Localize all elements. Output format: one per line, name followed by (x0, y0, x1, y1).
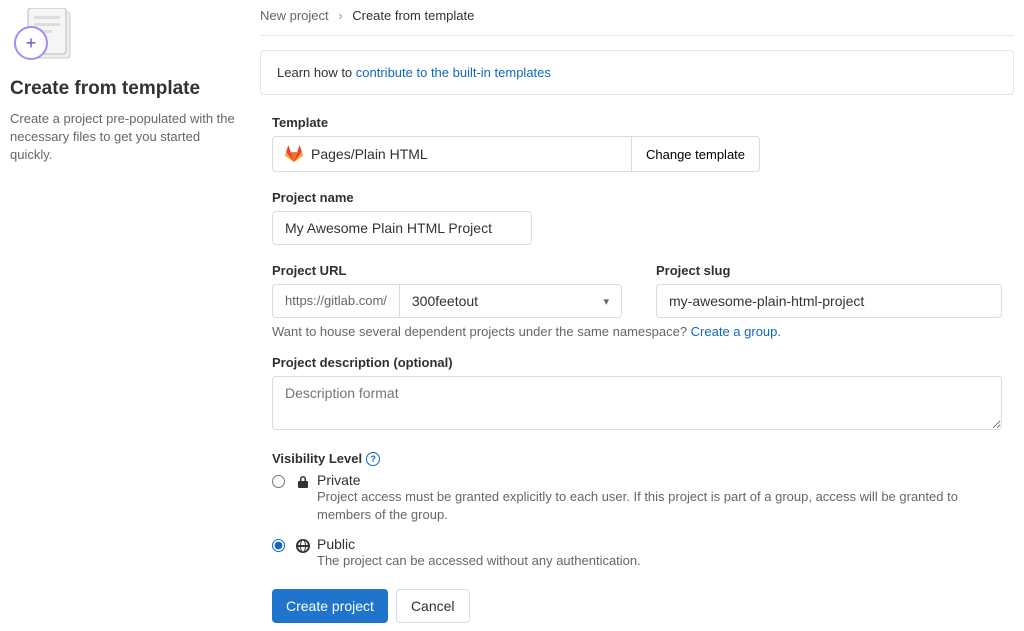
description-textarea[interactable] (272, 376, 1002, 430)
cancel-button[interactable]: Cancel (396, 589, 470, 623)
template-display: Pages/Plain HTML (272, 136, 632, 172)
help-icon[interactable]: ? (366, 452, 380, 466)
info-link[interactable]: contribute to the built-in templates (356, 65, 551, 80)
namespace-value: 300feetout (412, 293, 478, 309)
breadcrumb-parent[interactable]: New project (260, 8, 329, 23)
gitlab-icon (285, 145, 303, 163)
breadcrumb-current: Create from template (352, 8, 474, 23)
create-group-link[interactable]: Create a group. (691, 324, 781, 339)
page-title: Create from template (10, 78, 240, 100)
namespace-select[interactable]: 300feetout ▾ (400, 284, 622, 318)
project-name-label: Project name (272, 190, 1002, 205)
private-desc: Project access must be granted explicitl… (317, 489, 958, 522)
breadcrumb-separator: › (338, 8, 342, 23)
page-description: Create a project pre-populated with the … (10, 110, 240, 165)
private-title: Private (317, 472, 1002, 488)
template-label: Template (272, 115, 1002, 130)
visibility-option-private[interactable]: Private Project access must be granted e… (272, 472, 1002, 524)
project-slug-input[interactable] (656, 284, 1002, 318)
info-banner: Learn how to contribute to the built-in … (260, 50, 1014, 95)
public-desc: The project can be accessed without any … (317, 553, 641, 568)
template-name: Pages/Plain HTML (311, 146, 428, 162)
radio-public[interactable] (272, 539, 285, 552)
info-text: Learn how to (277, 65, 356, 80)
template-illustration: + (10, 8, 74, 64)
public-title: Public (317, 536, 1002, 552)
url-prefix: https://gitlab.com/ (272, 284, 400, 318)
plus-icon: + (14, 26, 48, 60)
project-url-label: Project URL (272, 263, 622, 278)
namespace-hint: Want to house several dependent projects… (272, 324, 1002, 339)
globe-icon (295, 538, 311, 554)
visibility-option-public[interactable]: Public The project can be accessed witho… (272, 536, 1002, 570)
visibility-label: Visibility Level (272, 451, 362, 466)
sidebar: + Create from template Create a project … (10, 8, 260, 623)
breadcrumb: New project › Create from template (260, 8, 1014, 36)
project-slug-label: Project slug (656, 263, 1002, 278)
description-label: Project description (optional) (272, 355, 1002, 370)
lock-icon (295, 474, 311, 490)
main-content: New project › Create from template Learn… (260, 8, 1014, 623)
create-project-button[interactable]: Create project (272, 589, 388, 623)
radio-private[interactable] (272, 475, 285, 488)
change-template-button[interactable]: Change template (632, 136, 760, 172)
chevron-down-icon: ▾ (603, 295, 609, 308)
project-name-input[interactable] (272, 211, 532, 245)
